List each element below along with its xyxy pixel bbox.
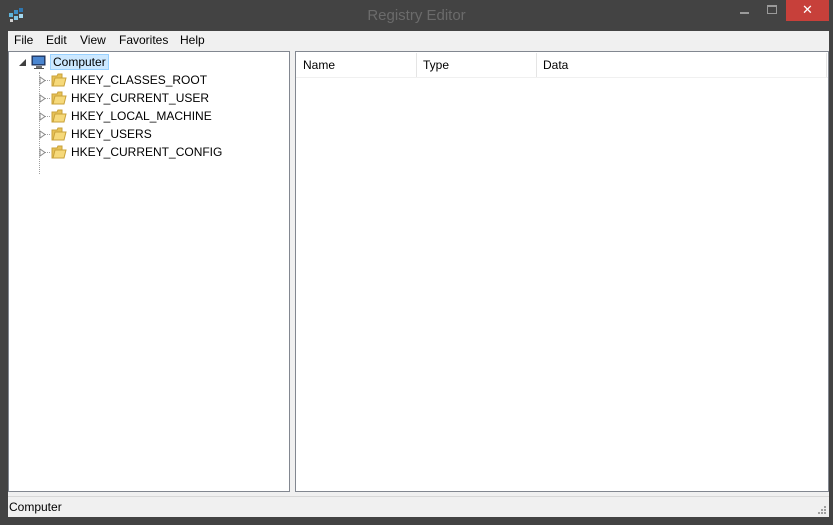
folder-icon [51,73,67,87]
minimize-button[interactable] [730,0,758,21]
tree-label[interactable]: HKEY_CLASSES_ROOT [71,71,207,89]
values-list[interactable]: Name Type Data [295,51,829,492]
status-path: Computer [9,500,62,514]
key-tree[interactable]: Computer HKEY_CLASSES_ROOT HKEY_CURRENT_… [8,51,290,492]
menu-help[interactable]: Help [180,33,205,47]
expand-icon[interactable] [38,148,47,157]
header-divider [296,77,828,78]
tree-node-hkey-classes-root[interactable]: HKEY_CLASSES_ROOT [9,71,289,89]
column-header-type[interactable]: Type [423,53,449,77]
tree-label[interactable]: HKEY_USERS [71,125,152,143]
window-title: Registry Editor [367,7,466,24]
folder-icon [51,109,67,123]
menu-favorites[interactable]: Favorites [119,33,168,47]
expand-icon[interactable] [38,112,47,121]
expand-icon[interactable] [38,76,47,85]
tree-node-hkey-current-user[interactable]: HKEY_CURRENT_USER [9,89,289,107]
maximize-icon [766,5,777,14]
column-divider[interactable] [826,53,827,77]
expand-icon[interactable] [38,130,47,139]
tree-node-hkey-local-machine[interactable]: HKEY_LOCAL_MACHINE [9,107,289,125]
menu-file[interactable]: File [14,33,33,47]
column-header-data[interactable]: Data [543,53,568,77]
folder-icon [51,127,67,141]
tree-label[interactable]: HKEY_CURRENT_USER [71,89,209,107]
registry-editor-window: Registry Editor ✕ File Edit View Favorit… [0,0,833,525]
tree-node-hkey-current-config[interactable]: HKEY_CURRENT_CONFIG [9,143,289,161]
status-bar: Computer [8,496,829,517]
title-bar[interactable]: Registry Editor ✕ [0,0,833,30]
tree-node-hkey-users[interactable]: HKEY_USERS [9,125,289,143]
computer-icon [31,55,46,69]
column-header-name[interactable]: Name [303,53,335,77]
collapse-icon[interactable] [18,58,27,67]
close-button[interactable]: ✕ [786,0,829,21]
column-divider[interactable] [416,53,417,77]
expand-icon[interactable] [38,94,47,103]
maximize-button[interactable] [758,0,785,21]
tree-label[interactable]: HKEY_LOCAL_MACHINE [71,107,212,125]
menu-view[interactable]: View [80,33,106,47]
minimize-icon [739,12,749,14]
tree-label-computer[interactable]: Computer [50,54,109,70]
column-divider[interactable] [536,53,537,77]
close-icon: ✕ [802,2,813,17]
resize-grip-icon[interactable] [817,505,827,515]
menu-edit[interactable]: Edit [46,33,67,47]
tree-node-computer[interactable]: Computer [9,53,289,71]
menu-bar: File Edit View Favorites Help [8,31,829,50]
tree-label[interactable]: HKEY_CURRENT_CONFIG [71,143,222,161]
client-area: File Edit View Favorites Help Computer H… [8,31,829,517]
folder-icon [51,91,67,105]
folder-icon [51,145,67,159]
